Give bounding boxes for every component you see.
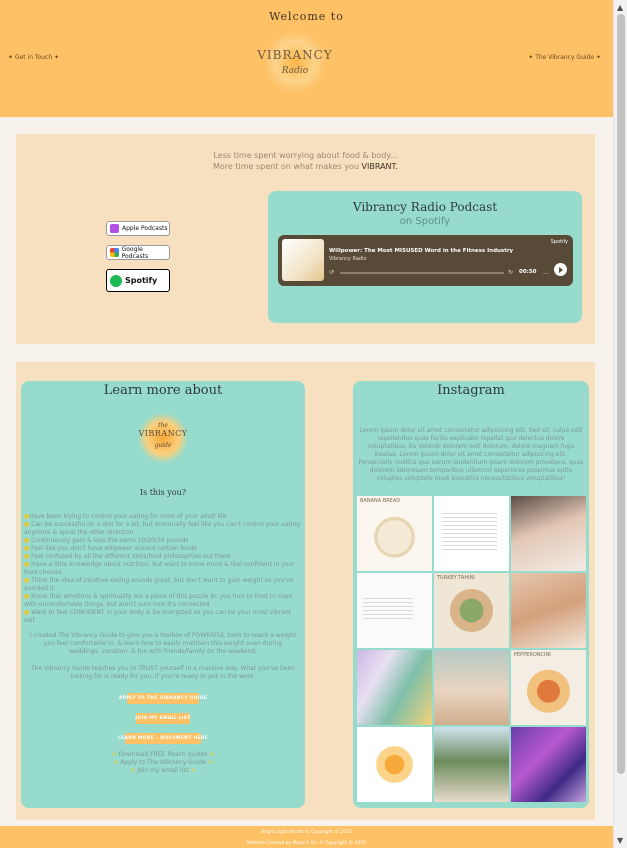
vertical-scrollbar[interactable]: ▲ ▼ xyxy=(613,0,627,848)
apply-guide-link[interactable]: ✶ Apply to The Vibrancy Guide ✶ xyxy=(21,759,305,767)
instagram-post[interactable] xyxy=(511,727,586,802)
bullet-item: ● Have a little knowledge about nutritio… xyxy=(24,561,295,576)
learn-title: Learn more about xyxy=(103,383,223,398)
scroll-down-icon[interactable]: ▼ xyxy=(617,836,623,845)
instagram-post[interactable] xyxy=(434,727,509,802)
show-name: Vibrancy Radio xyxy=(329,256,367,262)
logo-word: VIBRANCY xyxy=(257,48,333,62)
bullet-item: ● Want to feel CONFIDENT in your body & … xyxy=(24,609,291,624)
footer-copyright: Bright Light Health © Copyright © 2020 xyxy=(261,830,352,835)
instagram-post[interactable] xyxy=(357,650,432,725)
nav-get-in-touch[interactable]: ✦ Get in Touch ✦ xyxy=(8,54,59,61)
instagram-post[interactable] xyxy=(357,727,432,802)
play-button[interactable] xyxy=(554,263,567,276)
bullet-item: ● Continuously gain & lose the same 10/2… xyxy=(24,537,189,544)
more-icon[interactable]: … xyxy=(543,269,549,276)
instagram-card: Instagram Lorem ipsum dolor sit amet con… xyxy=(353,381,589,808)
footer-credit: Website Created by Maya R Orr © Copyrigh… xyxy=(247,841,366,846)
bullet-item: ● Feel confused by all the different die… xyxy=(24,553,231,560)
tagline-line1: Less time spent worrying about food & bo… xyxy=(213,151,398,160)
episode-title: Willpower: The Most MISUSED Word in the … xyxy=(329,248,514,254)
sun-icon xyxy=(265,30,325,94)
instagram-post[interactable]: TURKEY TAHINI xyxy=(434,573,509,648)
site-footer: Bright Light Health © Copyright © 2020 W… xyxy=(0,826,613,848)
podcast-title: Vibrancy Radio Podcast xyxy=(352,200,498,214)
bullet-item: ● Feel like you don't have willpower aro… xyxy=(24,545,197,552)
instagram-title: Instagram xyxy=(437,383,505,398)
resource-links: ✶ Download FREE Reach guides ✶ ✶ Apply t… xyxy=(21,751,305,775)
join-email-link[interactable]: ✶ Join my email list ✶ xyxy=(21,767,305,775)
bullet-item: ●Have been trying to control your eating… xyxy=(24,513,227,520)
time-remaining: 00:50 xyxy=(519,269,537,275)
instagram-post[interactable] xyxy=(434,496,509,571)
vibrancy-radio-logo[interactable]: VIBRANCY Radio xyxy=(252,28,338,102)
learn-card: Learn more about the VIBRANCY guide Is t… xyxy=(21,381,305,808)
google-podcasts-label: Google Podcasts xyxy=(121,245,149,260)
spotify-player[interactable]: Willpower: The Most MISUSED Word in the … xyxy=(278,235,573,286)
guide-description: I created The Vibrancy Guide to give you… xyxy=(29,632,297,655)
bullet-item: ● Know that emotions & spirituality are … xyxy=(24,593,293,608)
download-guides-link[interactable]: ✶ Download FREE Reach guides ✶ xyxy=(21,751,305,759)
bullet-list: ●Have been trying to control your eating… xyxy=(24,513,302,625)
instagram-post[interactable] xyxy=(511,496,586,571)
spotify-badge[interactable]: Spotify xyxy=(106,269,170,292)
logo-sub: Radio xyxy=(281,66,309,76)
guide-sub: guide xyxy=(154,442,172,449)
instagram-post[interactable] xyxy=(511,573,586,648)
google-podcasts-badge[interactable]: Google Podcasts xyxy=(106,245,170,260)
guide-trust-text: The Vibrancy Guide teaches you to TRUST … xyxy=(31,665,295,680)
apple-podcasts-label: Apple Podcasts xyxy=(122,225,168,232)
tagline: Less time spent worrying about food & bo… xyxy=(16,150,595,172)
apple-podcasts-icon xyxy=(110,224,119,233)
instagram-description: Lorem ipsum dolor sit amet consectetur a… xyxy=(358,427,584,482)
site-header: Welcome to ✦ Get in Touch ✦ ✦ The Vibran… xyxy=(0,0,613,117)
forward-icon[interactable]: ↻ xyxy=(508,269,513,276)
bullet-item: ● Think the idea of intuitive eating sou… xyxy=(24,577,294,592)
bullet-item: ● Can be successful on a diet for a bit,… xyxy=(24,521,301,536)
instagram-grid: BANANA BREAD TURKEY TAHINI PEPPERONCINI xyxy=(357,496,586,802)
instagram-post[interactable]: PEPPERONCINI xyxy=(511,650,586,725)
instagram-post[interactable] xyxy=(434,650,509,725)
instagram-post[interactable] xyxy=(357,573,432,648)
tagline-line2: More time spent on what makes you VIBRAN… xyxy=(16,161,595,172)
scroll-up-icon[interactable]: ▲ xyxy=(617,3,623,12)
apple-podcasts-badge[interactable]: Apple Podcasts xyxy=(106,221,170,236)
vibrancy-guide-logo[interactable]: the VIBRANCY guide xyxy=(133,412,193,468)
guide-the: the xyxy=(158,422,168,429)
nav-vibrancy-guide[interactable]: ✦ The Vibrancy Guide ✦ xyxy=(528,54,601,61)
podcast-subtitle: on Spotify xyxy=(399,216,451,227)
episode-artwork xyxy=(282,239,324,281)
rewind-icon[interactable]: ↺ xyxy=(329,269,334,276)
tagline-emphasis: VIBRANT. xyxy=(361,162,399,171)
progress-bar[interactable] xyxy=(340,272,504,274)
learn-more-button[interactable]: LEARN MORE – DOCUMENT HERE xyxy=(118,733,208,744)
tagline-prefix: More time spent on what makes you xyxy=(212,162,362,171)
welcome-heading: Welcome to xyxy=(269,10,344,23)
spotify-brand: Spotify xyxy=(550,239,568,245)
guide-word: VIBRANCY xyxy=(138,429,188,438)
sun-icon xyxy=(139,412,187,464)
google-podcasts-icon xyxy=(110,248,119,257)
spotify-label: Spotify xyxy=(125,276,158,285)
podcast-card: Vibrancy Radio Podcast on Spotify Willpo… xyxy=(268,191,582,323)
content-section: Learn more about the VIBRANCY guide Is t… xyxy=(16,362,595,820)
scrollbar-thumb[interactable] xyxy=(617,14,625,774)
page: Welcome to ✦ Get in Touch ✦ ✦ The Vibran… xyxy=(0,0,613,848)
apply-button[interactable]: APPLY TO THE VIBRANCY GUIDE xyxy=(119,693,207,704)
spotify-icon xyxy=(110,274,122,287)
email-list-button[interactable]: JOIN MY EMAIL LIST xyxy=(135,713,190,724)
instagram-post[interactable]: BANANA BREAD xyxy=(357,496,432,571)
is-this-you-heading: Is this you? xyxy=(139,488,187,497)
podcast-section: Less time spent worrying about food & bo… xyxy=(16,134,595,344)
